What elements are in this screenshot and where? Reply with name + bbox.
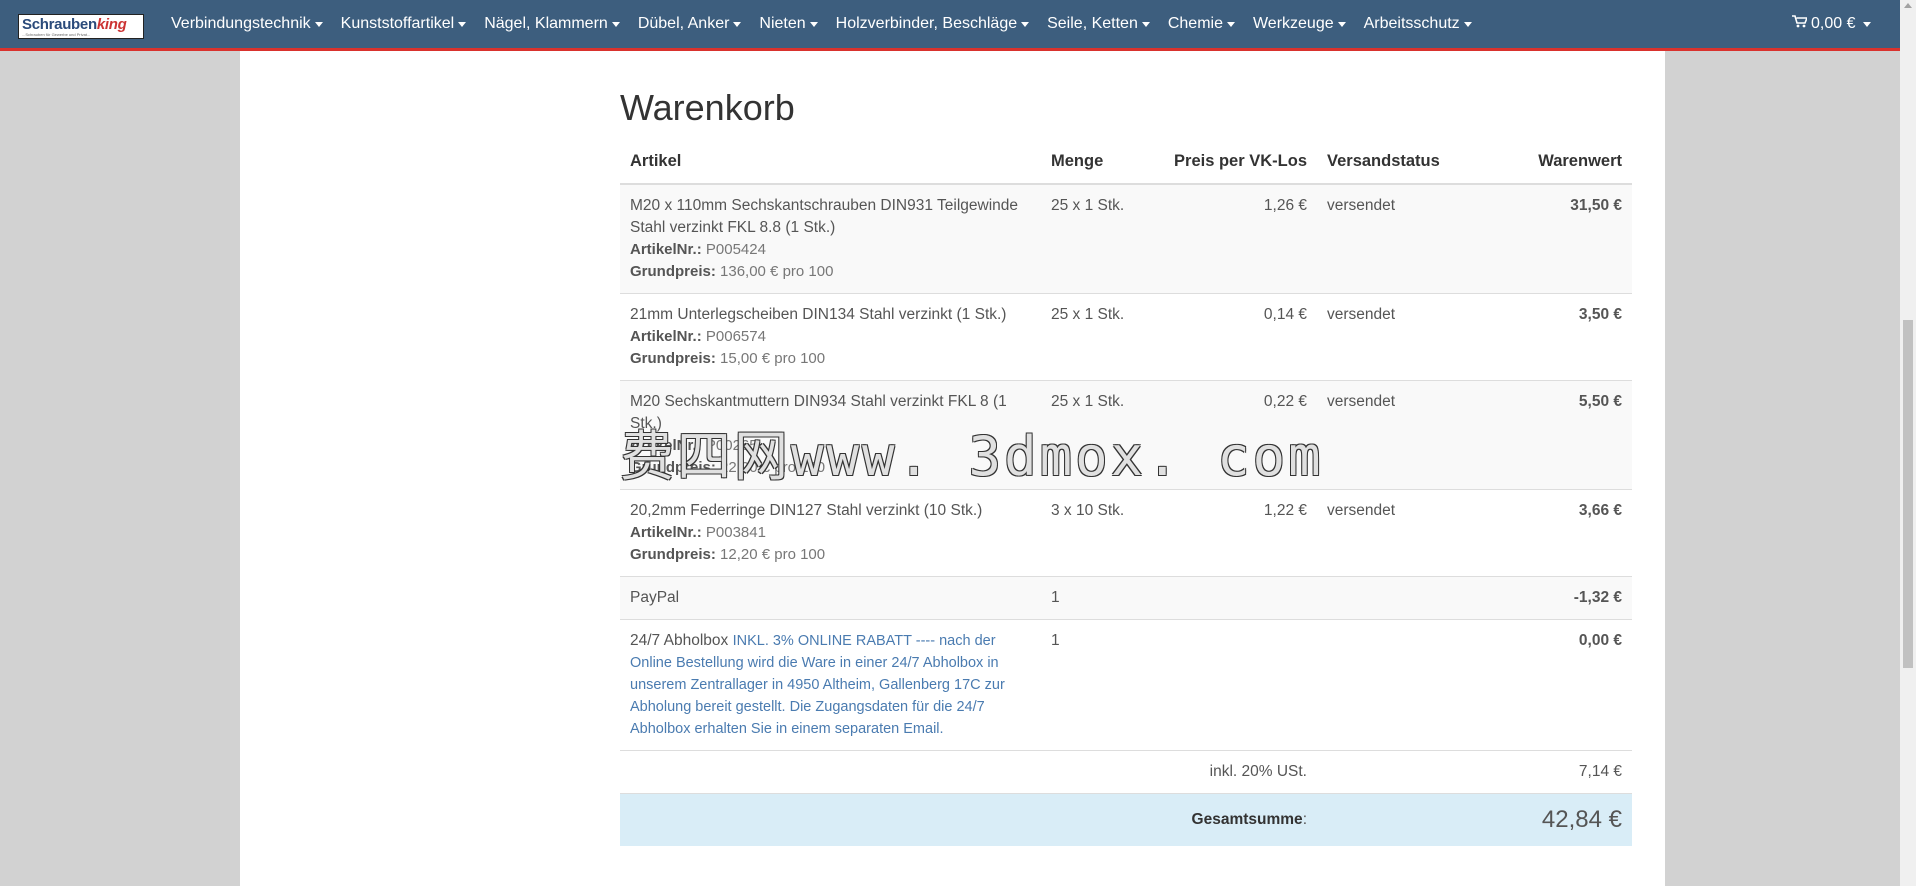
col-header-status: Versandstatus (1317, 143, 1498, 185)
main-menu: Verbindungstechnik Kunststoffartikel Näg… (162, 0, 1481, 48)
col-header-wert: Warenwert (1498, 143, 1632, 185)
unit-price: 1,26 € (1145, 183, 1317, 294)
shipping-method: 24/7 Abholbox (630, 632, 729, 649)
caret-down-icon (1021, 21, 1030, 27)
table-row: 21mm Unterlegscheiben DIN134 Stahl verzi… (620, 293, 1632, 381)
shopping-cart-icon (1792, 15, 1811, 33)
shipping-status: versendet (1317, 380, 1498, 490)
shipping-status: versendet (1317, 183, 1498, 294)
nav-naegel-klammern[interactable]: Nägel, Klammern (475, 15, 629, 33)
cart-dropdown[interactable]: 0,00 € (1792, 0, 1872, 48)
product-name: 20,2mm Federringe DIN127 Stahl verzinkt … (630, 502, 983, 519)
product-name: M20 x 110mm Sechskantschrauben DIN931 Te… (630, 197, 1018, 236)
caret-down-icon (458, 21, 467, 27)
product-number: ArtikelNr.: P003841 (630, 524, 766, 541)
nav-duebel-anker[interactable]: Dübel, Anker (629, 15, 751, 33)
tax-label: inkl. 20% USt. (1145, 750, 1317, 794)
site-logo[interactable]: Schraubenking ...Schrauben für Gewerbe u… (18, 14, 144, 39)
col-header-menge: Menge (1041, 143, 1145, 185)
product-base-price: Grundpreis: 15,00 € pro 100 (630, 350, 826, 367)
caret-down-icon (1463, 21, 1472, 27)
quantity: 1 (1041, 576, 1145, 620)
table-row: 20,2mm Federringe DIN127 Stahl verzinkt … (620, 489, 1632, 577)
total-label: Gesamtsumme: (1145, 793, 1317, 846)
nav-holzverbinder[interactable]: Holzverbinder, Beschläge (827, 15, 1038, 33)
total-row: Gesamtsumme: 42,84 € (620, 793, 1632, 846)
col-header-artikel: Artikel (620, 143, 1041, 185)
col-header-preis: Preis per VK-Los (1145, 143, 1317, 185)
quantity: 3 x 10 Stk. (1041, 489, 1145, 577)
product-name: 21mm Unterlegscheiben DIN134 Stahl verzi… (630, 306, 1007, 323)
quantity: 25 x 1 Stk. (1041, 183, 1145, 294)
nav-arbeitsschutz[interactable]: Arbeitsschutz (1355, 15, 1481, 33)
page-title: Warenkorb (620, 87, 795, 128)
logo-text: Schraubenking (22, 16, 127, 33)
nav-verbindungstechnik[interactable]: Verbindungstechnik (162, 15, 332, 33)
cart-total: 0,00 € (1811, 15, 1856, 32)
caret-down-icon (809, 21, 818, 27)
top-navbar: Schraubenking ...Schrauben für Gewerbe u… (0, 0, 1900, 51)
vertical-scrollbar[interactable] (1900, 0, 1916, 886)
unit-price: 0,14 € (1145, 293, 1317, 381)
line-total: 3,50 € (1498, 293, 1632, 381)
shipping-status: versendet (1317, 489, 1498, 577)
table-row: M20 x 110mm Sechskantschrauben DIN931 Te… (620, 183, 1632, 294)
line-total: 5,50 € (1498, 380, 1632, 490)
nav-werkzeuge[interactable]: Werkzeuge (1244, 15, 1355, 33)
caret-down-icon (1863, 21, 1872, 27)
caret-down-icon (314, 21, 323, 27)
nav-chemie[interactable]: Chemie (1159, 15, 1244, 33)
line-total: 3,66 € (1498, 489, 1632, 577)
watermark: 费四网www. 3dmox. com (620, 425, 1324, 488)
shipping-cost: 0,00 € (1498, 619, 1632, 751)
quantity: 25 x 1 Stk. (1041, 293, 1145, 381)
product-number: ArtikelNr.: P006574 (630, 328, 766, 345)
caret-down-icon (611, 21, 620, 27)
product-base-price: Grundpreis: 136,00 € pro 100 (630, 263, 834, 280)
total-value: 42,84 € (1498, 793, 1632, 846)
logo-subtitle: ...Schrauben für Gewerbe und Privat... (22, 32, 91, 37)
tax-value: 7,14 € (1498, 750, 1632, 794)
quantity: 1 (1041, 619, 1145, 751)
product-number: ArtikelNr.: P005424 (630, 241, 766, 258)
caret-down-icon (1226, 21, 1235, 27)
nav-seile-ketten[interactable]: Seile, Ketten (1038, 15, 1159, 33)
tax-row: inkl. 20% USt. 7,14 € (620, 750, 1632, 794)
caret-down-icon (1141, 21, 1150, 27)
cart-table: Artikel Menge Preis per VK-Los Versandst… (620, 143, 1632, 846)
payment-method: PayPal (620, 576, 1041, 620)
nav-nieten[interactable]: Nieten (750, 15, 826, 33)
nav-kunststoffartikel[interactable]: Kunststoffartikel (332, 15, 476, 33)
caret-down-icon (1337, 21, 1346, 27)
table-header-row: Artikel Menge Preis per VK-Los Versandst… (620, 143, 1632, 185)
line-total: 31,50 € (1498, 183, 1632, 294)
unit-price: 1,22 € (1145, 489, 1317, 577)
scroll-thumb[interactable] (1903, 320, 1913, 668)
payment-discount: -1,32 € (1498, 576, 1632, 620)
shipping-row: 24/7 Abholbox INKL. 3% ONLINE RABATT ---… (620, 619, 1632, 751)
shipping-status: versendet (1317, 293, 1498, 381)
payment-row: PayPal 1 -1,32 € (620, 576, 1632, 620)
scroll-up-icon[interactable] (1904, 3, 1912, 8)
product-base-price: Grundpreis: 12,20 € pro 100 (630, 546, 826, 563)
caret-down-icon (733, 21, 742, 27)
